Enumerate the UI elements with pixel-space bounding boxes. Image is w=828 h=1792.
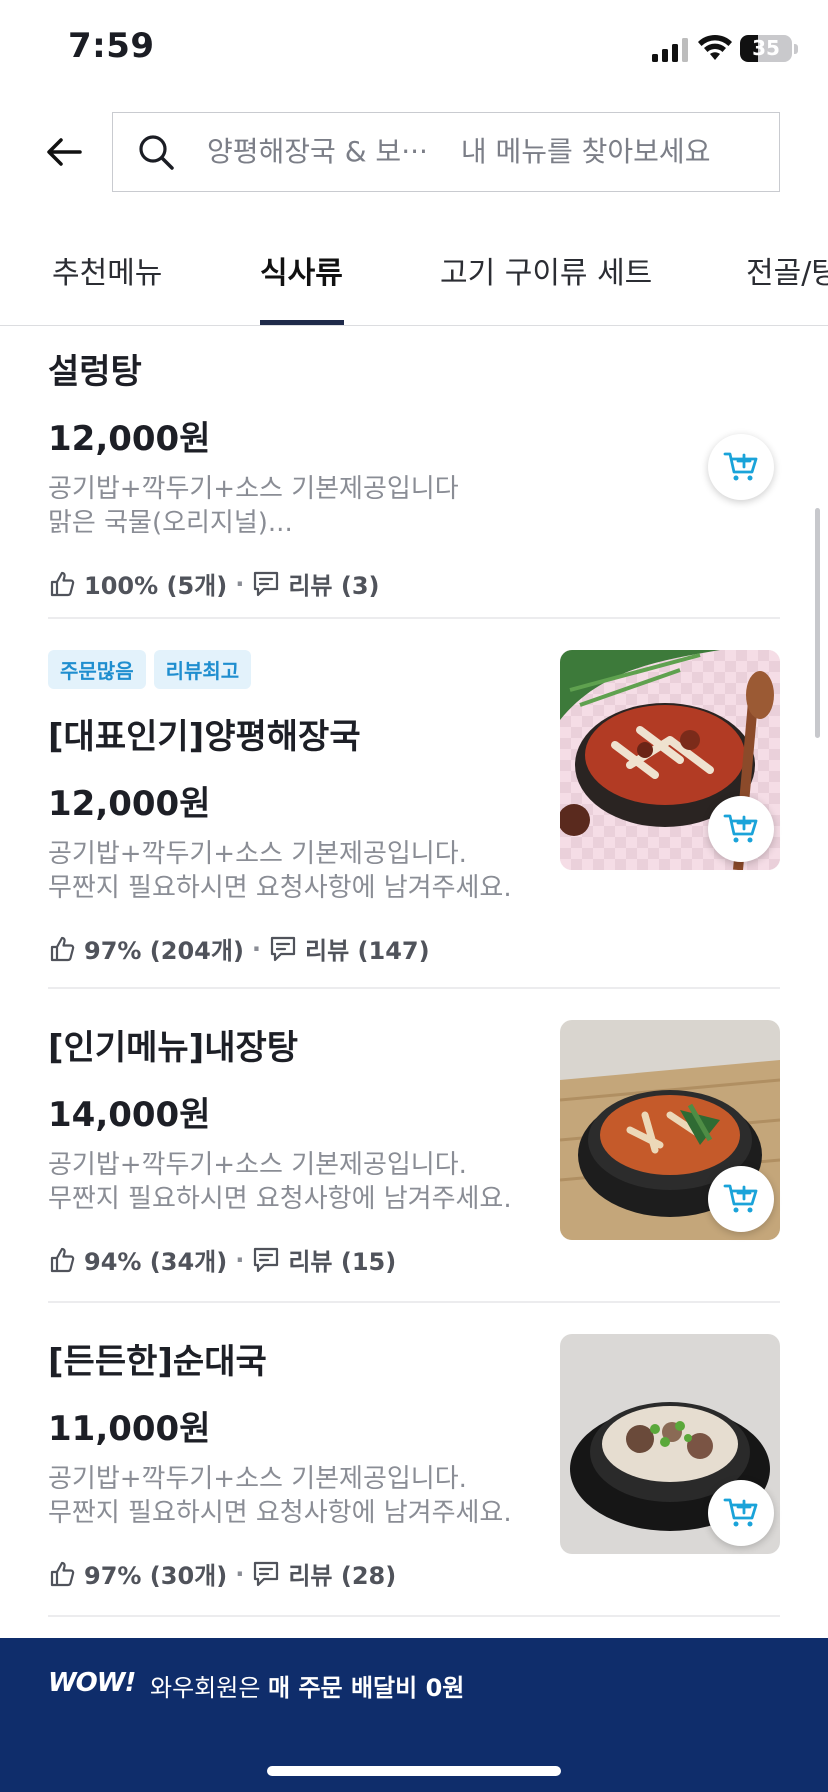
menu-item-rating: 97% (204개) bbox=[84, 937, 244, 965]
review-comment-icon bbox=[254, 1561, 279, 1586]
thumbs-up-icon bbox=[50, 1561, 75, 1586]
add-to-cart-button[interactable] bbox=[708, 1480, 774, 1546]
menu-item-rating: 97% (30개) bbox=[84, 1562, 228, 1590]
meta-separator: · bbox=[251, 934, 262, 963]
tab-recommended[interactable]: 추천메뉴 bbox=[52, 248, 162, 292]
badge-popular-orders: 주문많음 bbox=[48, 650, 146, 689]
add-to-cart-button[interactable] bbox=[708, 434, 774, 500]
cart-plus-icon bbox=[723, 1184, 758, 1213]
menu-item[interactable]: 설렁탕 12,000원 공기밥+깍두기+소스 기본제공입니다 맑은 국물(오리지… bbox=[48, 344, 780, 601]
menu-item-reviews: 리뷰 (3) bbox=[288, 572, 380, 600]
menu-item-rating: 94% (34개) bbox=[84, 1248, 228, 1276]
menu-item-reviews: 리뷰 (147) bbox=[305, 937, 430, 965]
meta-separator: · bbox=[235, 1245, 245, 1274]
cellular-signal-icon bbox=[652, 38, 688, 62]
review-comment-icon bbox=[270, 936, 296, 961]
scrollbar[interactable] bbox=[815, 508, 820, 738]
battery-icon: 35 bbox=[740, 35, 792, 62]
thumbs-up-icon bbox=[50, 571, 75, 596]
badge-best-reviews: 리뷰최고 bbox=[153, 650, 252, 689]
add-to-cart-button[interactable] bbox=[708, 796, 774, 862]
cart-plus-icon bbox=[723, 814, 758, 843]
menu-item-meta: 94% (34개) · 리뷰 (15) bbox=[48, 1242, 780, 1277]
banner-text-prefix: 와우회원은 bbox=[150, 1674, 269, 1702]
menu-item-reviews: 리뷰 (28) bbox=[288, 1562, 397, 1590]
active-tab-indicator bbox=[260, 320, 344, 325]
item-divider bbox=[48, 987, 780, 989]
tab-hotpot[interactable]: 전골/탕 bbox=[746, 248, 828, 292]
review-comment-icon bbox=[254, 1247, 279, 1272]
banner-text: 와우회원은 매 주문 배달비 0원 bbox=[150, 1668, 464, 1703]
battery-nub bbox=[794, 44, 798, 54]
search-placeholder-text: 내 메뉴를 찾아보세요 bbox=[460, 135, 711, 168]
battery-percent: 35 bbox=[752, 36, 780, 60]
tab-grilled-meat-set[interactable]: 고기 구이류 세트 bbox=[440, 248, 652, 292]
item-divider bbox=[48, 1615, 780, 1617]
back-arrow-icon bbox=[47, 138, 82, 166]
menu-item-desc-line2: 무짠지 필요하시면 요청사항에 남겨주세요. bbox=[48, 873, 512, 903]
back-button[interactable] bbox=[42, 132, 86, 172]
search-icon bbox=[139, 135, 174, 170]
banner-text-bold: 매 주문 배달비 0원 bbox=[268, 1674, 465, 1702]
home-indicator bbox=[267, 1766, 561, 1776]
menu-item-meta: 100% (5개) · 리뷰 (3) bbox=[48, 566, 780, 601]
menu-item-meta: 97% (204개) · 리뷰 (147) bbox=[48, 931, 780, 966]
menu-item-meta: 97% (30개) · 리뷰 (28) bbox=[48, 1556, 780, 1591]
search-input[interactable]: 양평해장국 & 보··· 내 메뉴를 찾아보세요 bbox=[112, 112, 780, 192]
cart-plus-icon bbox=[723, 1498, 758, 1527]
thumbs-up-icon bbox=[50, 936, 75, 961]
category-tabs: 추천메뉴 식사류 고기 구이류 세트 전골/탕 bbox=[0, 222, 828, 326]
search-placeholder: 양평해장국 & 보··· 내 메뉴를 찾아보세요 bbox=[207, 113, 710, 191]
cart-plus-icon bbox=[723, 452, 758, 481]
meta-separator: · bbox=[235, 1559, 245, 1588]
menu-item-name: 설렁탕 bbox=[48, 352, 142, 392]
thumbs-up-icon bbox=[50, 1247, 75, 1272]
status-time: 7:59 bbox=[68, 26, 155, 66]
meta-separator: · bbox=[235, 569, 245, 598]
menu-item[interactable]: [인기메뉴]내장탕 14,000원 공기밥+깍두기+소스 기본제공입니다. 무짠… bbox=[48, 1020, 780, 1277]
menu-item-desc-line2: 맑은 국물(오리지널)... bbox=[48, 508, 293, 538]
review-comment-icon bbox=[254, 571, 279, 596]
wifi-icon bbox=[698, 34, 732, 60]
menu-item-reviews: 리뷰 (15) bbox=[288, 1248, 397, 1276]
item-divider bbox=[48, 1301, 780, 1303]
menu-item-price: 12,000원 bbox=[48, 419, 211, 459]
tab-meals[interactable]: 식사류 bbox=[260, 248, 343, 292]
add-to-cart-button[interactable] bbox=[708, 1166, 774, 1232]
item-divider bbox=[48, 617, 780, 619]
menu-item-description: 공기밥+깍두기+소스 기본제공입니다 맑은 국물(오리지널)... bbox=[48, 472, 780, 540]
status-bar: 7:59 35 bbox=[0, 0, 828, 100]
menu-item-rating: 100% (5개) bbox=[84, 572, 228, 600]
wow-logo: WOW! bbox=[48, 1668, 136, 1698]
menu-item[interactable]: 주문많음 리뷰최고 [대표인기]양평해장국 12,000원 공기밥+깍두기+소스… bbox=[48, 650, 780, 966]
menu-item-desc-line1: 공기밥+깍두기+소스 기본제공입니다 bbox=[48, 474, 459, 504]
search-store-name: 양평해장국 & 보··· bbox=[207, 135, 428, 168]
menu-item[interactable]: [든든한]순대국 11,000원 공기밥+깍두기+소스 기본제공입니다. 무짠지… bbox=[48, 1334, 780, 1591]
